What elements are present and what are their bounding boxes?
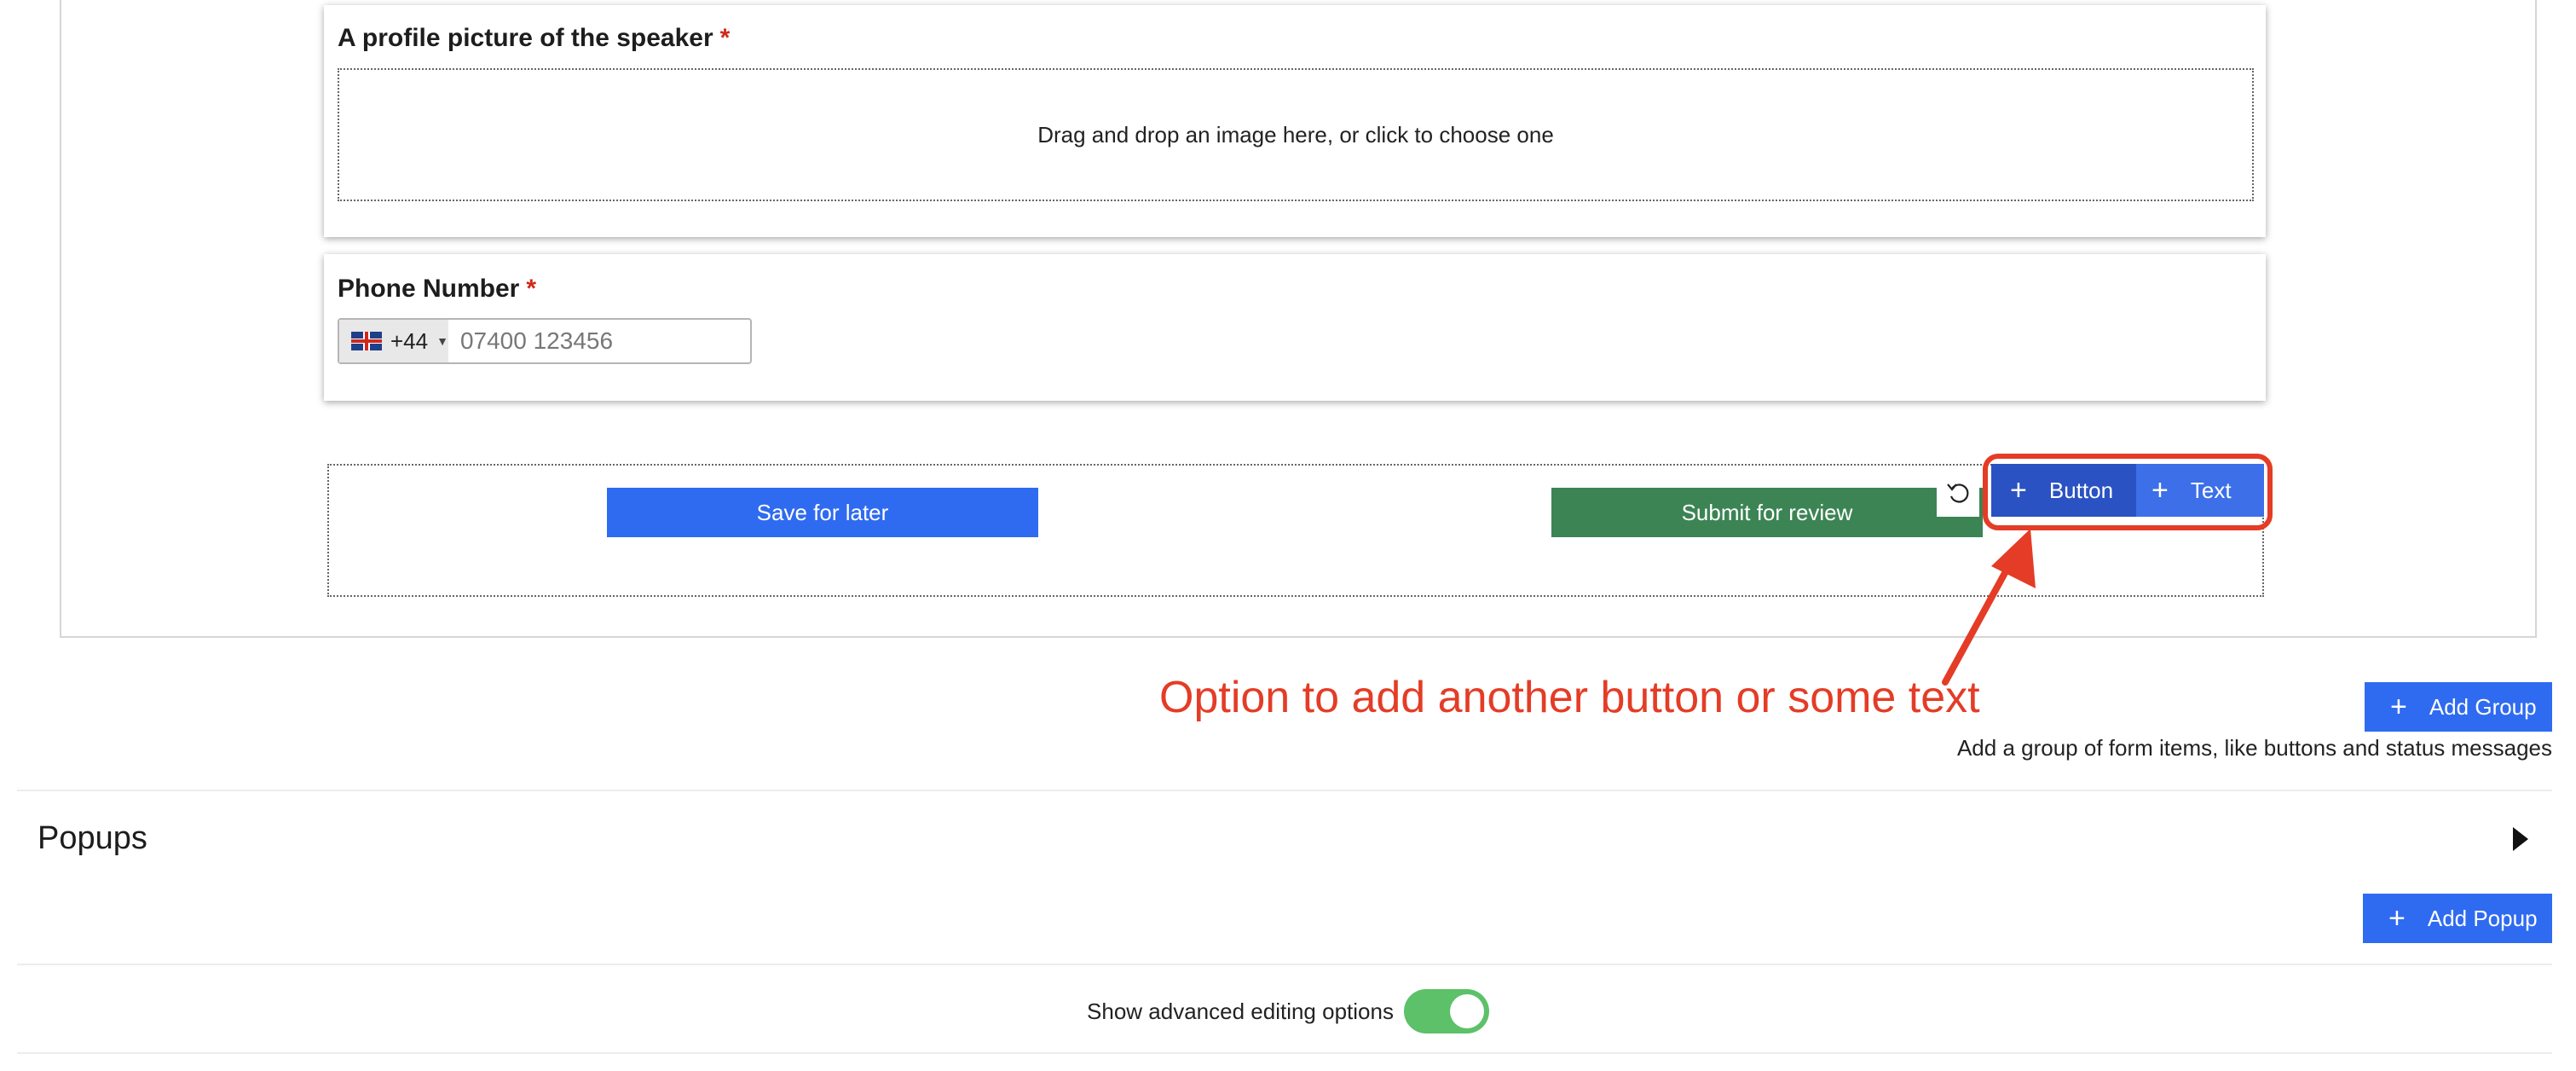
add-button-label: Button (2048, 477, 2114, 503)
required-asterisk: * (526, 275, 537, 303)
divider (17, 790, 2552, 791)
profile-picture-label-text: A profile picture of the speaker (338, 24, 713, 52)
profile-picture-label: A profile picture of the speaker * (338, 24, 730, 53)
expand-triangle-icon[interactable] (2510, 824, 2530, 854)
divider (17, 964, 2552, 965)
phone-input-wrapper: +44 ▼ (338, 318, 770, 364)
undo-button[interactable] (1937, 469, 1979, 517)
advanced-options-toggle[interactable] (1403, 989, 1489, 1033)
add-popup-button[interactable]: + Add Popup (2363, 894, 2552, 943)
undo-icon (1947, 483, 1969, 503)
annotation-text: Option to add another button or some tex… (1159, 673, 1980, 722)
add-group-label: Add Group (2429, 693, 2537, 720)
plus-icon: + (2388, 902, 2406, 935)
add-group-help-text: Add a group of form items, like buttons … (1956, 735, 2552, 761)
add-button-button[interactable]: + Button (1991, 464, 2136, 517)
required-asterisk: * (719, 24, 731, 52)
uk-flag-icon (351, 332, 382, 350)
plus-icon: + (2390, 691, 2407, 723)
phone-number-input[interactable] (448, 327, 770, 356)
add-popup-label: Add Popup (2427, 905, 2538, 931)
submit-for-review-button[interactable]: Submit for review (1551, 488, 1983, 537)
country-code-select[interactable]: +44 ▼ (339, 320, 448, 362)
toggle-knob (1449, 994, 1484, 1028)
dropzone-text: Drag and drop an image here, or click to… (1037, 121, 1554, 148)
save-for-later-button[interactable]: Save for later (607, 488, 1038, 537)
phone-number-label: Phone Number * (338, 275, 536, 304)
image-dropzone[interactable]: Drag and drop an image here, or click to… (338, 68, 2254, 201)
divider (17, 1052, 2552, 1054)
group-add-toolbar: + Button + Text (1991, 464, 2264, 517)
advanced-options-label: Show advanced editing options (1087, 998, 1394, 1024)
annotation-arrow-icon (1942, 529, 2036, 686)
add-text-button[interactable]: + Text (2136, 464, 2264, 517)
popups-heading: Popups (38, 820, 147, 856)
phone-number-label-text: Phone Number (338, 275, 520, 303)
advanced-options-row: Show advanced editing options (0, 987, 2576, 1035)
submit-for-review-label: Submit for review (1681, 499, 1853, 525)
plus-icon: + (2151, 474, 2169, 507)
plus-icon: + (2010, 474, 2027, 507)
dial-code: +44 (390, 327, 429, 354)
add-text-label: Text (2190, 477, 2232, 503)
save-for-later-label: Save for later (756, 499, 889, 525)
caret-down-icon: ▼ (436, 334, 448, 348)
add-group-button[interactable]: + Add Group (2365, 682, 2552, 732)
